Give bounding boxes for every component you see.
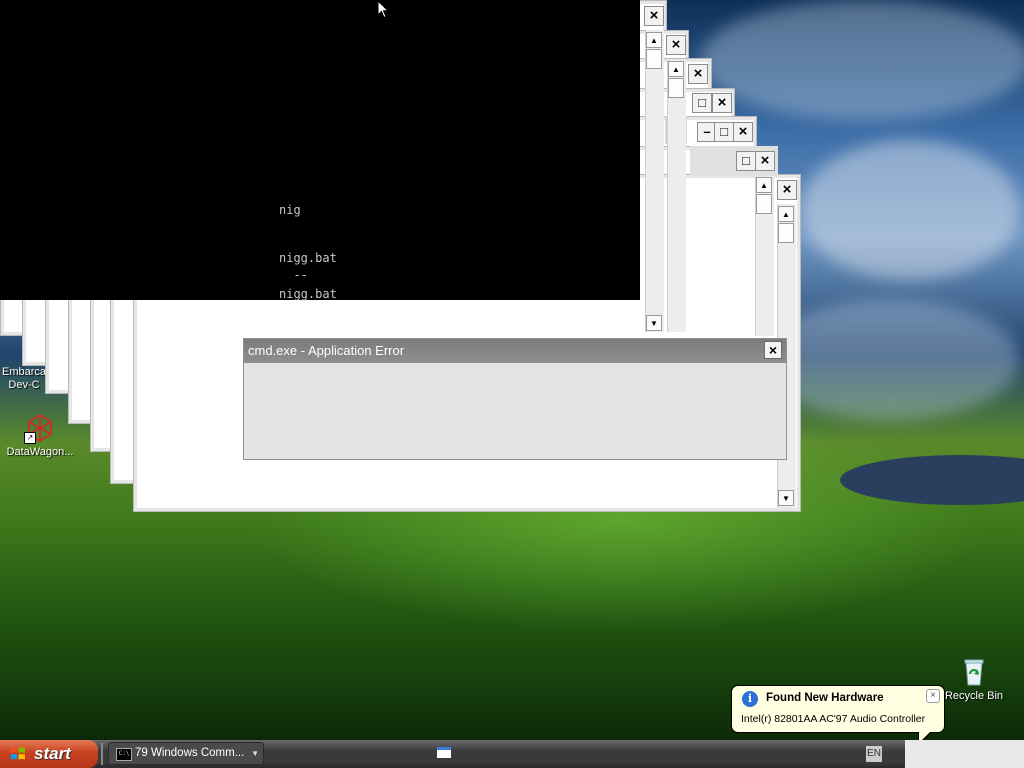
close-icon[interactable]: × bbox=[777, 180, 797, 200]
command-prompt-icon: C:\ bbox=[116, 748, 132, 761]
scroll-up-arrow-icon[interactable]: ▲ bbox=[646, 32, 662, 48]
desktop-icon-label: DataWagon... bbox=[6, 446, 74, 458]
language-indicator[interactable]: EN bbox=[866, 746, 882, 762]
balloon-text: Intel(r) 82801AA AC'97 Audio Controller bbox=[741, 713, 926, 725]
scroll-up-arrow-icon[interactable]: ▲ bbox=[756, 177, 772, 193]
close-icon[interactable]: × bbox=[688, 64, 708, 84]
quick-launch-divider bbox=[101, 743, 103, 765]
scroll-down-arrow-icon[interactable]: ▼ bbox=[646, 315, 662, 331]
desktop-icon-label: Recycle Bin bbox=[944, 690, 1004, 702]
console-line: -- bbox=[279, 268, 308, 282]
close-icon[interactable]: × bbox=[926, 689, 940, 703]
console-line: nigg.bat bbox=[279, 251, 337, 265]
dialog-title: cmd.exe - Application Error bbox=[244, 339, 786, 363]
chevron-down-icon: ▼ bbox=[251, 749, 259, 758]
scroll-thumb[interactable] bbox=[668, 78, 684, 98]
scroll-up-arrow-icon[interactable]: ▲ bbox=[668, 61, 684, 77]
vertical-scrollbar[interactable] bbox=[667, 60, 686, 332]
mouse-cursor-icon bbox=[377, 0, 389, 19]
scroll-down-arrow-icon[interactable]: ▼ bbox=[778, 490, 794, 506]
scroll-thumb[interactable] bbox=[756, 194, 772, 214]
start-label: start bbox=[34, 744, 71, 763]
desktop-icon-label: Embarca Dev-C bbox=[1, 366, 47, 391]
wallpaper-cloud bbox=[800, 140, 1020, 280]
taskbar-window-preview-icon[interactable] bbox=[437, 747, 451, 758]
maximize-icon[interactable]: □ bbox=[692, 93, 712, 113]
scroll-thumb[interactable] bbox=[778, 223, 794, 243]
console-line: nigg.bat bbox=[279, 287, 337, 301]
close-icon[interactable]: × bbox=[644, 6, 664, 26]
balloon-title: Found New Hardware bbox=[766, 692, 884, 704]
system-tray bbox=[905, 740, 1024, 768]
notification-balloon[interactable]: i Found New Hardware × Intel(r) 82801AA … bbox=[731, 685, 945, 746]
start-button[interactable]: start bbox=[0, 740, 98, 768]
maximize-icon[interactable]: □ bbox=[714, 122, 734, 142]
datawagon-icon: ↗ bbox=[24, 412, 56, 444]
close-icon[interactable]: × bbox=[764, 341, 782, 359]
close-icon[interactable]: × bbox=[712, 93, 732, 113]
close-icon[interactable]: × bbox=[755, 151, 775, 171]
scroll-thumb[interactable] bbox=[646, 49, 662, 69]
application-error-dialog[interactable]: cmd.exe - Application Error × bbox=[243, 338, 787, 460]
wallpaper-hill bbox=[840, 455, 1024, 505]
close-icon[interactable]: × bbox=[733, 122, 753, 142]
close-icon[interactable]: × bbox=[666, 35, 686, 55]
taskbar: start C:\ 79 Windows Comm... ▼ EN bbox=[0, 740, 1024, 768]
recycle-bin-icon bbox=[958, 656, 990, 688]
console-output[interactable]: nig nigg.bat -- nigg.bat bbox=[0, 0, 640, 301]
scroll-up-arrow-icon[interactable]: ▲ bbox=[778, 206, 794, 222]
taskbar-group-button[interactable]: C:\ 79 Windows Comm... ▼ bbox=[108, 742, 264, 765]
shortcut-arrow-icon: ↗ bbox=[24, 432, 36, 444]
taskbar-button-label: 79 Windows Comm... bbox=[135, 747, 245, 759]
console-line: nig bbox=[279, 203, 301, 217]
desktop-icon-recycle-bin[interactable]: Recycle Bin bbox=[934, 656, 1014, 702]
info-icon: i bbox=[742, 691, 758, 707]
windows-logo-icon bbox=[11, 747, 25, 760]
desktop-icon-devcpp[interactable]: Embarca Dev-C bbox=[0, 366, 48, 392]
vertical-scrollbar[interactable] bbox=[645, 30, 664, 332]
maximize-icon[interactable]: □ bbox=[736, 151, 756, 171]
wallpaper-cloud bbox=[700, 0, 1024, 120]
